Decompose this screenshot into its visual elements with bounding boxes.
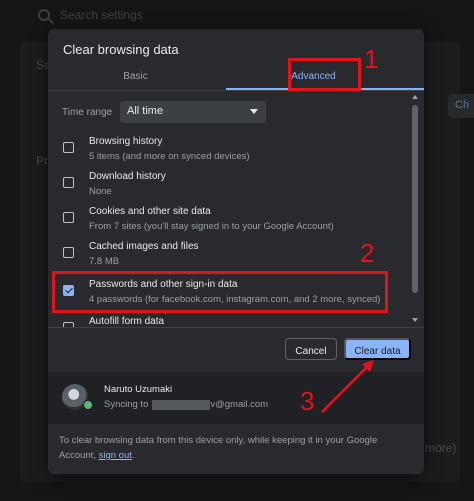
annotation-arrow-icon xyxy=(321,360,374,413)
settings-page: Search settings Sa Pri more) Ch Clear br… xyxy=(0,0,474,501)
